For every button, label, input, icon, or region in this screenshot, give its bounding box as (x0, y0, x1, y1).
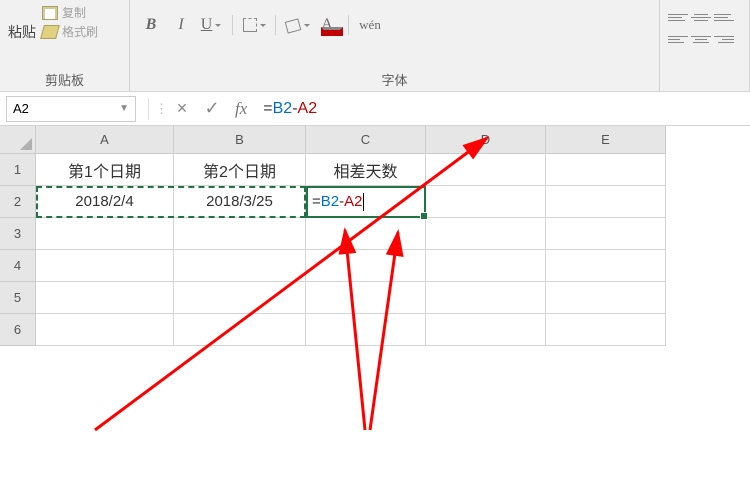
fx-label[interactable]: fx (235, 99, 247, 119)
column-header-b[interactable]: B (174, 126, 306, 154)
align-middle-button[interactable] (691, 8, 711, 26)
phonetic-button[interactable]: wén (357, 12, 383, 38)
font-color-a: A (321, 16, 333, 34)
separator (348, 15, 349, 35)
align-bottom-button[interactable] (714, 8, 734, 26)
row-header-5[interactable]: 5 (0, 282, 36, 314)
align-group-label (668, 85, 741, 89)
cell-b4[interactable] (174, 250, 306, 282)
align-right-button[interactable] (714, 30, 734, 48)
copy-icon (42, 6, 58, 20)
cell-c2[interactable]: =B2-A2 (306, 186, 426, 218)
row-header-2[interactable]: 2 (0, 186, 36, 218)
cell-e4[interactable] (546, 250, 666, 282)
cell-d5[interactable] (426, 282, 546, 314)
column-header-c[interactable]: C (306, 126, 426, 154)
cell-c4[interactable] (306, 250, 426, 282)
formula-bar[interactable]: =B2-A2 (255, 100, 750, 118)
cell-d3[interactable] (426, 218, 546, 250)
cell-a6[interactable] (36, 314, 174, 346)
select-all-corner[interactable] (0, 126, 36, 154)
cell-b6[interactable] (174, 314, 306, 346)
cell-c5[interactable] (306, 282, 426, 314)
cell-b2[interactable]: 2018/3/25 (174, 186, 306, 218)
row-header-1[interactable]: 1 (0, 154, 36, 186)
cell-a5[interactable] (36, 282, 174, 314)
font-group-label: 字体 (138, 66, 651, 89)
clipboard-group-label: 剪贴板 (8, 66, 121, 89)
font-color-button[interactable]: A (314, 12, 340, 38)
column-header-a[interactable]: A (36, 126, 174, 154)
cell-a3[interactable] (36, 218, 174, 250)
name-box[interactable]: A2 ▼ (6, 96, 136, 122)
chevron-down-icon: ▼ (119, 103, 129, 114)
separator (275, 15, 276, 35)
formula-cancel-button[interactable]: × (167, 98, 197, 119)
cell-e3[interactable] (546, 218, 666, 250)
copy-label: 复制 (62, 4, 86, 21)
formula-eq: = (263, 100, 272, 117)
row-header-3[interactable]: 3 (0, 218, 36, 250)
italic-button[interactable]: I (168, 12, 194, 38)
cell-d6[interactable] (426, 314, 546, 346)
column-header-d[interactable]: D (426, 126, 546, 154)
expand-icon[interactable]: ⋮ (155, 101, 167, 117)
separator (148, 98, 149, 120)
bucket-icon (285, 18, 301, 32)
formula-enter-button[interactable]: ✓ (197, 98, 227, 119)
brush-icon (40, 25, 60, 39)
cell-e1[interactable] (546, 154, 666, 186)
cell-c3[interactable] (306, 218, 426, 250)
name-box-value: A2 (13, 101, 29, 116)
format-painter-label: 格式刷 (62, 23, 98, 40)
format-painter-button[interactable]: 格式刷 (42, 23, 98, 40)
align-top-button[interactable] (668, 8, 688, 26)
paste-button[interactable]: 粘贴 (8, 4, 36, 42)
separator (232, 15, 233, 35)
cell-b5[interactable] (174, 282, 306, 314)
cell-b1[interactable]: 第2个日期 (174, 154, 306, 186)
formula-ref-a2: A2 (298, 100, 318, 117)
cell-b3[interactable] (174, 218, 306, 250)
underline-button[interactable]: U (198, 12, 224, 38)
cell-a2[interactable]: 2018/2/4 (36, 186, 174, 218)
cell-d1[interactable] (426, 154, 546, 186)
border-button[interactable] (241, 12, 267, 38)
row-header-4[interactable]: 4 (0, 250, 36, 282)
align-center-button[interactable] (691, 30, 711, 48)
formula-ref-b2: B2 (273, 100, 293, 117)
copy-button[interactable]: 复制 (42, 4, 98, 21)
cell-a1[interactable]: 第1个日期 (36, 154, 174, 186)
bold-button[interactable]: B (138, 12, 164, 38)
cell-e6[interactable] (546, 314, 666, 346)
column-header-e[interactable]: E (546, 126, 666, 154)
cell-c1[interactable]: 相差天数 (306, 154, 426, 186)
align-left-button[interactable] (668, 30, 688, 48)
cell-e2[interactable] (546, 186, 666, 218)
cell-c6[interactable] (306, 314, 426, 346)
border-icon (243, 18, 257, 32)
cell-d4[interactable] (426, 250, 546, 282)
cell-a4[interactable] (36, 250, 174, 282)
fill-color-button[interactable] (284, 12, 310, 38)
cell-e5[interactable] (546, 282, 666, 314)
row-header-6[interactable]: 6 (0, 314, 36, 346)
cell-d2[interactable] (426, 186, 546, 218)
